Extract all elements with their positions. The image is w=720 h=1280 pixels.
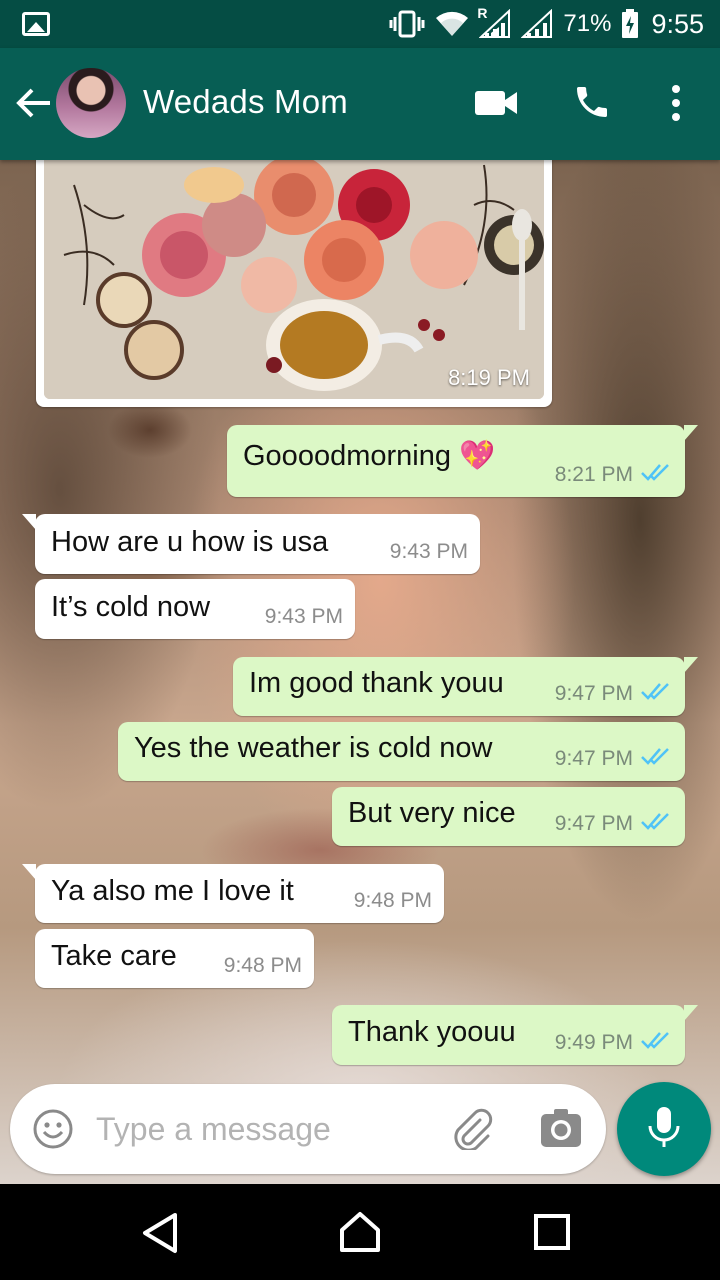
bubble-tail: [684, 657, 698, 673]
message-bubble-incoming[interactable]: Ya also me I love it 9:48 PM: [22, 864, 444, 923]
message-input[interactable]: [96, 1106, 416, 1152]
message-text: Thank yoouu: [348, 1016, 516, 1048]
message-time: 8:21 PM: [554, 463, 633, 486]
image-message[interactable]: 8:19 PM: [36, 145, 552, 407]
message-time: 9:47 PM: [554, 682, 633, 705]
message-bubble-incoming[interactable]: Take care 9:48 PM: [35, 929, 314, 988]
system-nav-bar: [0, 1184, 720, 1280]
message-time: 9:47 PM: [554, 747, 633, 770]
chat-header: Wedads Mom: [0, 48, 720, 160]
more-vert-icon[interactable]: [664, 84, 688, 127]
message-time: 8:19 PM: [448, 365, 530, 390]
battery-percent: 71%: [563, 10, 612, 37]
message-bubble-outgoing[interactable]: Goooodmorning 💖 8:21 PM: [227, 425, 698, 497]
back-arrow-icon[interactable]: [14, 86, 52, 125]
message-bubble-outgoing[interactable]: Im good thank youu 9:47 PM: [233, 657, 698, 716]
message-text: How are u how is usa: [51, 526, 329, 558]
message-text: Im good thank youu: [249, 667, 504, 699]
roaming-label: R: [477, 5, 488, 21]
gallery-icon: [22, 12, 50, 36]
contact-name[interactable]: Wedads Mom: [143, 83, 348, 121]
message-text: Goooodmorning 💖: [243, 440, 496, 472]
message-bubble-incoming[interactable]: It’s cold now 9:43 PM: [35, 579, 355, 639]
signal-icon: [521, 9, 553, 39]
wifi-icon: [435, 10, 469, 38]
avatar[interactable]: [56, 68, 126, 138]
nav-back-icon[interactable]: [140, 1212, 180, 1259]
phone-icon[interactable]: [572, 82, 612, 127]
battery-charging-icon: [621, 9, 639, 39]
read-ticks-icon: [641, 1030, 671, 1055]
message-time: 9:48 PM: [353, 889, 432, 912]
message-time: 9:49 PM: [554, 1031, 633, 1054]
nav-home-icon[interactable]: [338, 1210, 382, 1259]
clock: 9:55: [651, 8, 704, 39]
mic-button[interactable]: [617, 1082, 711, 1176]
read-ticks-icon: [641, 462, 671, 487]
status-bar: R 71% 9:55: [0, 0, 720, 48]
attach-icon[interactable]: [450, 1108, 494, 1155]
message-time: 9:43 PM: [264, 605, 343, 628]
floral-tea-image[interactable]: [44, 145, 544, 399]
nav-recents-icon[interactable]: [534, 1214, 570, 1255]
message-composer: [10, 1084, 606, 1174]
vibrate-icon: [389, 10, 425, 38]
bubble-tail: [22, 864, 36, 880]
message-bubble-outgoing[interactable]: Thank yoouu 9:49 PM: [332, 1005, 698, 1065]
message-bubble-incoming[interactable]: How are u how is usa 9:43 PM: [22, 514, 480, 574]
bubble-tail: [22, 514, 36, 530]
mic-icon: [647, 1106, 681, 1153]
message-time: 9:43 PM: [389, 540, 468, 563]
read-ticks-icon: [641, 746, 671, 771]
bubble-tail: [684, 425, 698, 441]
message-text: Yes the weather is cold now: [134, 732, 493, 764]
read-ticks-icon: [641, 811, 671, 836]
message-bubble-outgoing[interactable]: But very nice 9:47 PM: [332, 787, 685, 846]
message-text: It’s cold now: [51, 591, 211, 623]
bubble-tail: [684, 1005, 698, 1021]
message-text: But very nice: [348, 797, 516, 829]
video-call-icon[interactable]: [474, 88, 518, 123]
signal-roaming-icon: R: [477, 5, 511, 39]
camera-icon[interactable]: [540, 1108, 582, 1153]
message-text: Ya also me I love it: [51, 875, 294, 907]
emoji-icon[interactable]: [32, 1108, 74, 1155]
message-bubble-outgoing[interactable]: Yes the weather is cold now 9:47 PM: [118, 722, 685, 781]
message-text: Take care: [51, 940, 177, 972]
message-time: 9:48 PM: [223, 954, 302, 977]
read-ticks-icon: [641, 681, 671, 706]
message-time: 9:47 PM: [554, 812, 633, 835]
